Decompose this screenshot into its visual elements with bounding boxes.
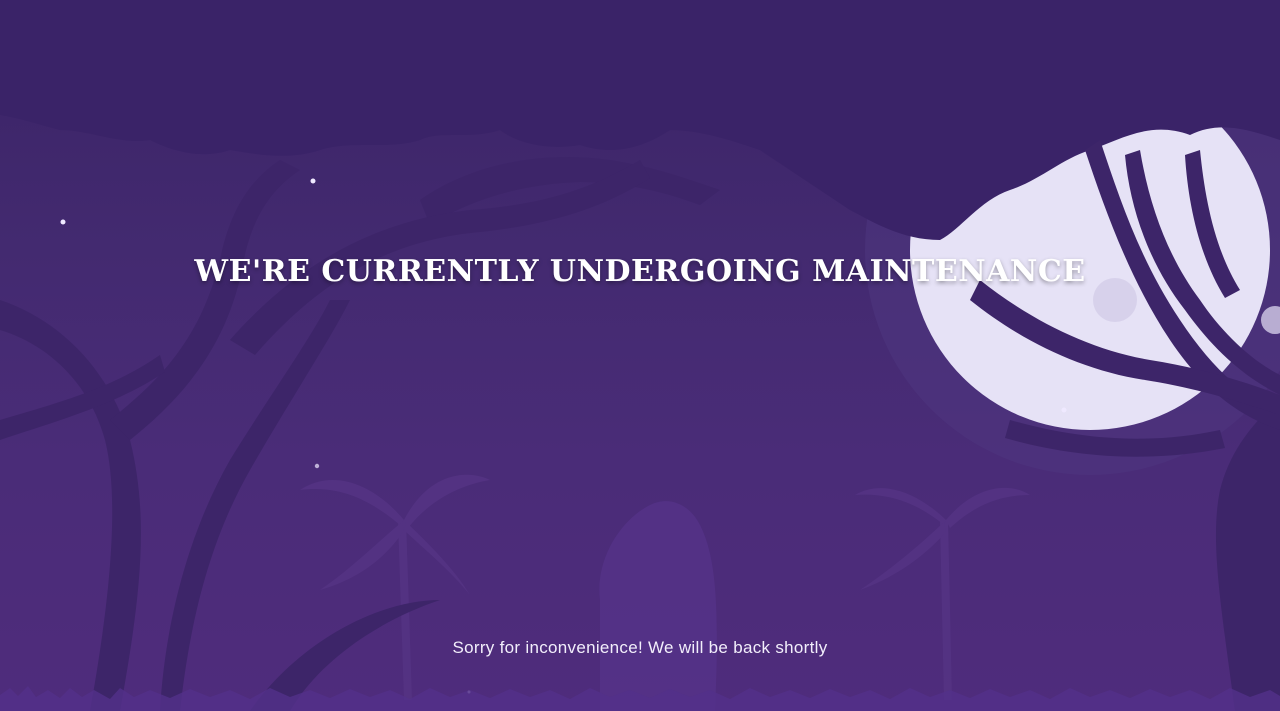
maintenance-heading: We're currently undergoing maintenance bbox=[194, 254, 1086, 289]
maintenance-subheading: Sorry for inconvenience! We will be back… bbox=[452, 638, 828, 657]
creature-silhouette bbox=[599, 501, 717, 711]
jungle-night-illustration bbox=[0, 0, 1280, 711]
